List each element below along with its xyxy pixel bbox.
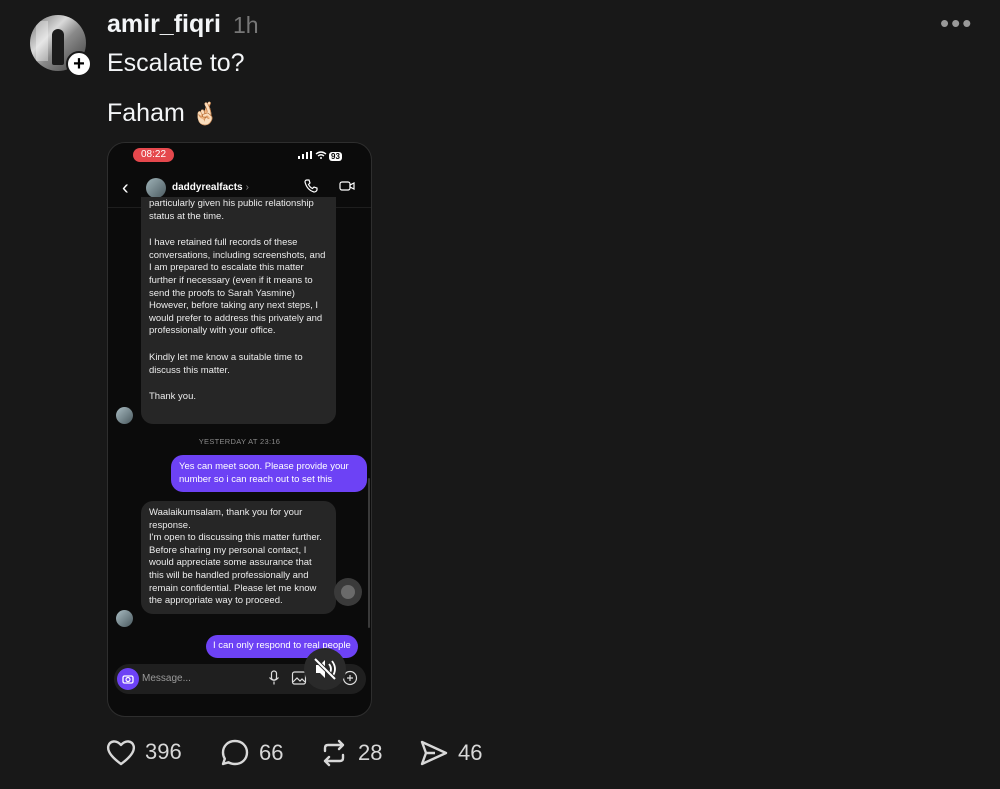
reply-count: 66 bbox=[259, 740, 284, 765]
author-avatar[interactable]: + bbox=[30, 15, 92, 77]
share-count: 46 bbox=[458, 740, 483, 765]
comment-bubble-icon bbox=[221, 739, 249, 766]
attached-screenshot[interactable]: 08:22 93 ‹ daddyrealfacts › particularly … bbox=[107, 142, 372, 717]
message-input: Message... bbox=[142, 673, 191, 684]
repost-button[interactable]: 28 bbox=[319, 738, 382, 768]
like-button[interactable]: 396 bbox=[106, 738, 182, 766]
phone-call-icon bbox=[304, 179, 318, 193]
scrollbar bbox=[368, 478, 370, 628]
microphone-icon bbox=[269, 670, 279, 685]
video-call-icon bbox=[339, 181, 355, 191]
post-text-line1: Escalate to? bbox=[107, 49, 245, 77]
follow-plus-icon[interactable]: + bbox=[66, 51, 92, 77]
message-text: particularly given his public relationsh… bbox=[149, 198, 314, 222]
repost-count: 28 bbox=[358, 740, 383, 765]
post-text-word: Faham bbox=[107, 99, 185, 127]
camera-button bbox=[117, 668, 139, 690]
outgoing-message: Yes can meet soon. Please provide your n… bbox=[171, 455, 367, 493]
post-text-line2: Faham 🤞🏻 bbox=[107, 99, 219, 128]
send-icon bbox=[420, 740, 448, 766]
incoming-message: Waalaikumsalam, thank you for your respo… bbox=[141, 501, 336, 614]
mute-button bbox=[304, 648, 346, 690]
floating-touch-button bbox=[334, 578, 362, 606]
heart-icon bbox=[106, 740, 136, 766]
contact-avatar bbox=[146, 178, 166, 198]
message-text: Thank you. bbox=[149, 391, 196, 403]
incoming-message: particularly given his public relationsh… bbox=[141, 197, 336, 424]
reply-button[interactable]: 66 bbox=[220, 738, 283, 768]
contact-name: daddyrealfacts › bbox=[172, 182, 249, 193]
message-text: Kindly let me know a suitable time to di… bbox=[149, 351, 303, 376]
message-text: I have retained full records of these co… bbox=[149, 237, 326, 337]
battery-level: 93 bbox=[329, 152, 342, 161]
crossed-fingers-emoji: 🤞🏻 bbox=[191, 101, 220, 126]
share-button[interactable]: 46 bbox=[419, 738, 482, 768]
post-time: 1h bbox=[233, 12, 259, 38]
sender-avatar bbox=[116, 407, 133, 424]
signal-icon bbox=[298, 151, 312, 159]
repost-icon bbox=[323, 739, 345, 767]
username[interactable]: amir_fiqri bbox=[107, 10, 221, 39]
wifi-icon bbox=[315, 151, 326, 159]
back-chevron-icon: ‹ bbox=[122, 177, 129, 199]
sender-avatar bbox=[116, 610, 133, 627]
muted-speaker-icon bbox=[313, 657, 337, 681]
status-time: 08:22 bbox=[133, 148, 174, 162]
camera-icon bbox=[122, 675, 134, 684]
status-icons: 93 bbox=[298, 151, 342, 161]
message-timestamp: YESTERDAY AT 23:16 bbox=[198, 437, 281, 446]
like-count: 396 bbox=[145, 739, 182, 764]
more-options-icon[interactable]: ••• bbox=[940, 8, 973, 39]
